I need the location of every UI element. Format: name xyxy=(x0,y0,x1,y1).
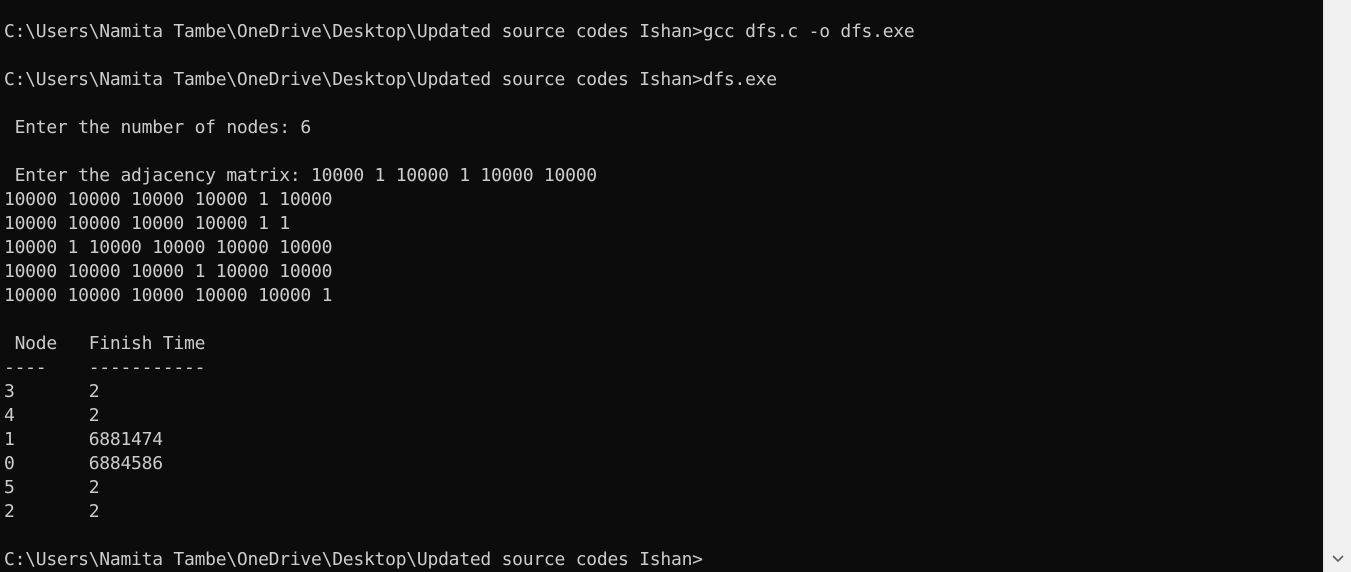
table-row: 2 2 xyxy=(4,501,100,522)
output-line: Enter the adjacency matrix: 10000 1 1000… xyxy=(4,165,598,186)
output-line: Enter the number of nodes: 6 xyxy=(4,117,312,138)
table-row: 3 2 xyxy=(4,381,100,402)
vertical-scrollbar[interactable] xyxy=(1323,0,1351,572)
table-divider: ---- ----------- xyxy=(4,357,206,378)
matrix-row: 10000 10000 10000 10000 10000 1 xyxy=(4,285,333,306)
table-row: 1 6881474 xyxy=(4,429,163,450)
table-header: Node Finish Time xyxy=(4,333,206,354)
matrix-row: 10000 10000 10000 1 10000 10000 xyxy=(4,261,333,282)
scroll-down-button[interactable] xyxy=(1324,546,1351,572)
matrix-row: 10000 1 10000 10000 10000 10000 xyxy=(4,237,333,258)
console-window[interactable]: C:\Users\Namita Tambe\OneDrive\Desktop\U… xyxy=(0,0,1323,572)
prompt-line[interactable]: C:\Users\Namita Tambe\OneDrive\Desktop\U… xyxy=(4,548,914,572)
matrix-row: 10000 10000 10000 10000 1 1 xyxy=(4,213,290,234)
chevron-down-icon xyxy=(1331,555,1344,563)
command-line: C:\Users\Namita Tambe\OneDrive\Desktop\U… xyxy=(4,69,777,90)
table-row: 4 2 xyxy=(4,405,100,426)
console-output: C:\Users\Namita Tambe\OneDrive\Desktop\U… xyxy=(4,20,915,572)
command-line: C:\Users\Namita Tambe\OneDrive\Desktop\U… xyxy=(4,21,915,42)
matrix-row: 10000 10000 10000 10000 1 10000 xyxy=(4,189,333,210)
table-row: 5 2 xyxy=(4,477,100,498)
table-row: 0 6884586 xyxy=(4,453,163,474)
